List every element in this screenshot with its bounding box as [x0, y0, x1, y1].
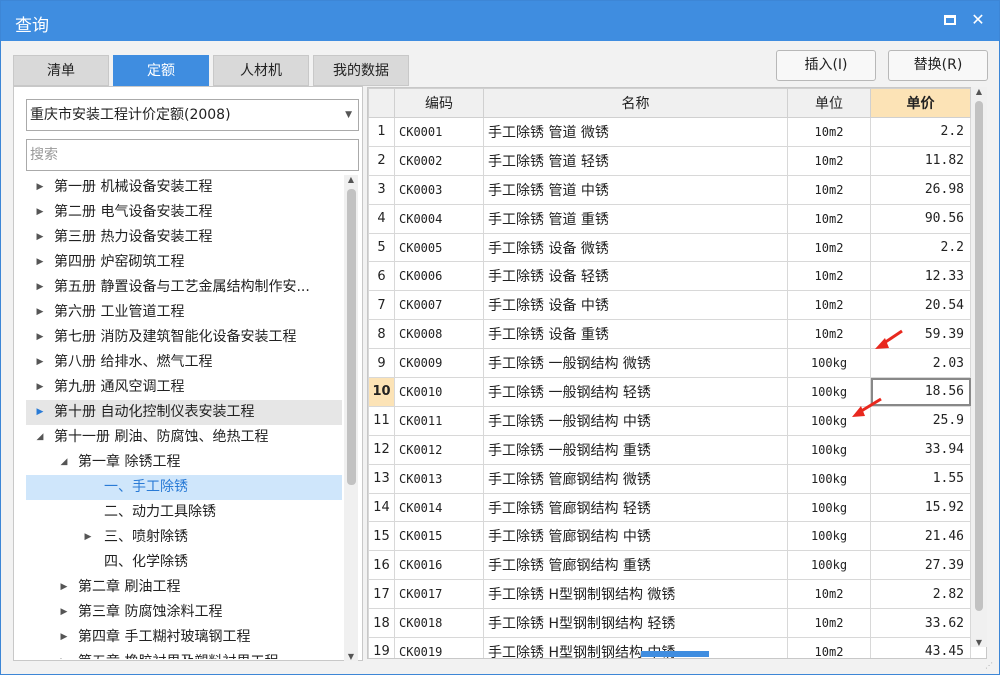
query-dialog: 查询 ✕ 清单 定额 人材机 我的数据 插入(I) 替换(R) 重庆市安装工程计… [0, 0, 1000, 675]
annotation-arrow-icon [852, 397, 882, 417]
annotation-arrow-icon [875, 329, 903, 349]
annotation-arrows [852, 329, 903, 417]
